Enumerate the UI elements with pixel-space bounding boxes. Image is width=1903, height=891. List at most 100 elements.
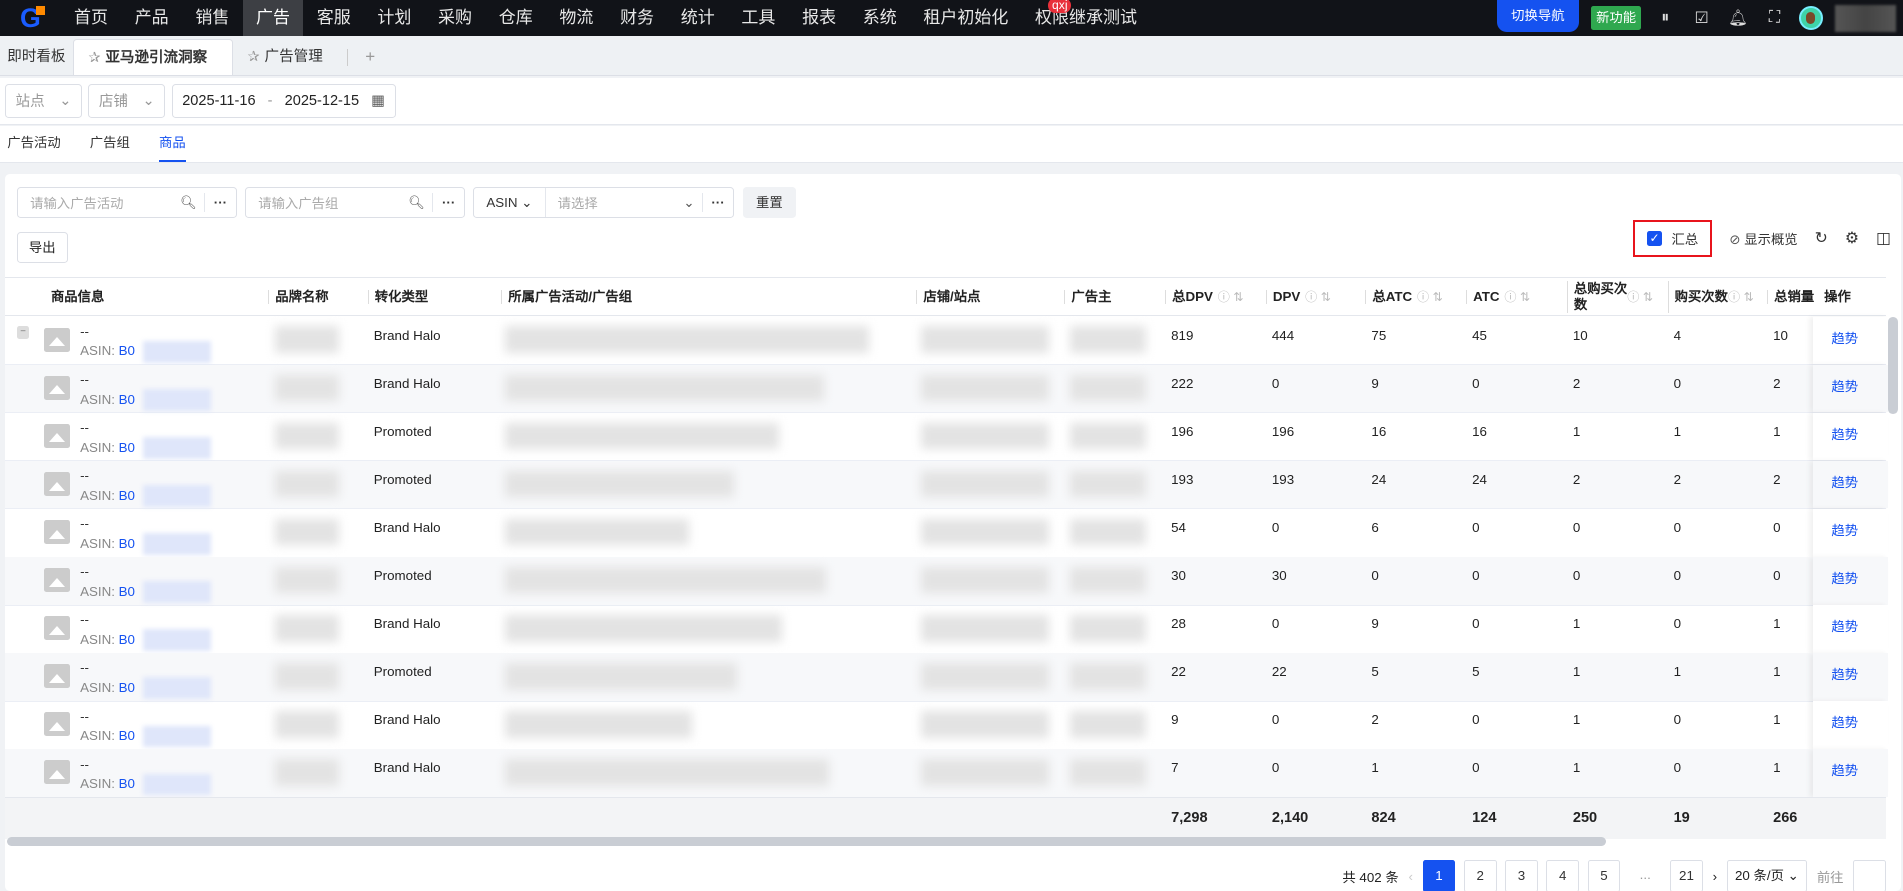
subtab-products[interactable]: 商品: [158, 126, 186, 162]
asin-type-select[interactable]: ASIN ⌄: [474, 188, 546, 218]
fullscreen-icon[interactable]: ⛶: [1762, 9, 1786, 27]
nav-item[interactable]: 产品: [121, 0, 182, 36]
add-tab-button[interactable]: +: [358, 39, 382, 75]
column-header[interactable]: ATC ⓘ ⇅: [1466, 289, 1530, 305]
help-sort-icons[interactable]: ⓘ ⇅: [1728, 290, 1754, 305]
date-range-picker[interactable]: 2025-11-16-2025-12-15 ▦: [171, 83, 396, 118]
columns-icon[interactable]: ◫: [1876, 228, 1891, 248]
tab-ad-management[interactable]: ✰ 广告管理: [233, 39, 337, 75]
pagination-ellipsis[interactable]: ...: [1629, 860, 1662, 890]
trend-link[interactable]: 趋势: [1825, 653, 1858, 701]
pause-circle-icon[interactable]: ⏸: [1653, 9, 1677, 27]
horizontal-scrollbar[interactable]: [7, 837, 1606, 846]
nav-item[interactable]: 系统: [849, 0, 910, 36]
nav-item[interactable]: 客服: [303, 0, 364, 36]
next-page-icon[interactable]: ›: [1713, 869, 1717, 884]
column-header[interactable]: 总ATC ⓘ ⇅: [1365, 289, 1443, 305]
trend-link[interactable]: 趋势: [1825, 317, 1858, 365]
nav-item[interactable]: 销售: [182, 0, 243, 36]
asin-link[interactable]: B0: [119, 632, 135, 647]
asin-link[interactable]: B0: [119, 584, 135, 599]
asin-link[interactable]: B0: [119, 488, 135, 503]
page-button[interactable]: 4: [1546, 860, 1580, 891]
tab-amazon-insight[interactable]: ✰ 亚马逊引流洞察: [72, 39, 233, 76]
asin-link[interactable]: B0: [119, 776, 135, 791]
asin-filter[interactable]: ASIN ⌄ 请选择 ⌄ ···: [473, 186, 735, 219]
help-sort-icons[interactable]: ⓘ ⇅: [1218, 290, 1244, 305]
reset-button[interactable]: 重置: [742, 186, 797, 219]
help-sort-icons[interactable]: ⓘ ⇅: [1305, 290, 1331, 305]
asin-link[interactable]: B0: [119, 392, 135, 407]
page-button[interactable]: 1: [1422, 860, 1456, 891]
help-sort-icons[interactable]: ⓘ ⇅: [1504, 290, 1530, 305]
pin-icon[interactable]: ✰: [248, 49, 260, 65]
trend-link[interactable]: 趋势: [1825, 605, 1858, 653]
page-button[interactable]: 5: [1587, 860, 1621, 891]
nav-item[interactable]: 财务: [607, 0, 668, 36]
nav-item[interactable]: 工具: [728, 0, 789, 36]
site-select[interactable]: 站点 ⌄: [4, 83, 83, 118]
checkbox-checked-icon[interactable]: ✓: [1647, 231, 1662, 246]
nav-item[interactable]: 权限继承测试 qxj: [1022, 0, 1151, 36]
refresh-icon[interactable]: ↻: [1815, 228, 1828, 248]
subtab-ad-groups[interactable]: 广告组: [90, 126, 130, 161]
table-row: -- ASIN: B0 Brand Halo 9 0 2 0 1 0 1 趋势: [4, 701, 1889, 750]
asin-link[interactable]: B0: [119, 728, 135, 743]
cell-purchases: 4: [1673, 327, 1682, 343]
goto-page-input[interactable]: [1853, 860, 1886, 891]
trend-link[interactable]: 趋势: [1825, 413, 1858, 461]
switch-nav-button[interactable]: 切换导航: [1496, 0, 1580, 32]
avatar[interactable]: [1798, 6, 1823, 31]
column-header[interactable]: DPV ⓘ ⇅: [1265, 289, 1331, 305]
redacted-asin: [143, 437, 212, 459]
column-header[interactable]: 总DPV ⓘ ⇅: [1165, 289, 1244, 305]
column-header[interactable]: 购买次数 ⓘ ⇅: [1667, 281, 1754, 313]
page-button[interactable]: 21: [1670, 860, 1703, 891]
summary-toggle[interactable]: ✓ 汇总: [1633, 219, 1713, 258]
nav-item[interactable]: 采购: [425, 0, 486, 36]
trend-link[interactable]: 趋势: [1825, 701, 1858, 749]
calendar-check-icon[interactable]: ☑: [1689, 8, 1713, 28]
shop-select[interactable]: 店铺 ⌄: [88, 83, 166, 118]
pin-icon[interactable]: ✰: [88, 50, 100, 66]
column-header[interactable]: 总购买次数 ⓘ ⇅: [1566, 281, 1653, 313]
user-name-blurred[interactable]: [1835, 4, 1896, 32]
nav-item[interactable]: 计划: [364, 0, 425, 36]
collapse-icon[interactable]: −: [16, 326, 30, 339]
trend-link[interactable]: 趋势: [1825, 509, 1858, 557]
asin-link[interactable]: B0: [119, 536, 135, 551]
subtab-campaigns[interactable]: 广告活动: [7, 126, 60, 161]
nav-item[interactable]: 物流: [546, 0, 607, 36]
settings-icon[interactable]: ⚙: [1845, 228, 1859, 248]
campaign-search-input[interactable]: 请输入广告活动 🔍︎ ···: [16, 186, 237, 219]
nav-item[interactable]: 报表: [789, 0, 850, 36]
page-button[interactable]: 3: [1505, 860, 1538, 891]
asin-link[interactable]: B0: [119, 440, 135, 455]
vertical-scrollbar[interactable]: [1888, 316, 1899, 414]
logo[interactable]: G: [0, 0, 61, 36]
page-button[interactable]: 2: [1463, 860, 1497, 891]
trend-link[interactable]: 趋势: [1825, 749, 1858, 797]
trend-link[interactable]: 趋势: [1825, 461, 1858, 509]
column-header[interactable]: 总销量: [1767, 289, 1819, 305]
table-row: -- ASIN: B0 Promoted 22 22 5 5 1 1 1 趋势: [4, 653, 1889, 702]
nav-item[interactable]: 首页: [61, 0, 122, 36]
nav-item[interactable]: 广告: [242, 0, 304, 37]
prev-page-icon[interactable]: ‹: [1408, 869, 1412, 884]
nav-item[interactable]: 仓库: [485, 0, 546, 36]
nav-item[interactable]: 租户初始化: [910, 0, 1022, 36]
tab-dashboard[interactable]: 即时看板: [0, 39, 73, 75]
bell-icon[interactable]: 🔔︎: [1726, 8, 1750, 28]
export-button[interactable]: 导出: [16, 231, 68, 264]
trend-link[interactable]: 趋势: [1825, 365, 1858, 413]
page-size-select[interactable]: 20 条/页 ⌄: [1726, 860, 1808, 891]
help-sort-icons[interactable]: ⓘ ⇅: [1417, 290, 1443, 305]
trend-link[interactable]: 趋势: [1825, 557, 1858, 605]
new-feature-button[interactable]: 新功能: [1591, 6, 1641, 31]
nav-item[interactable]: 统计: [667, 0, 728, 36]
help-sort-icons[interactable]: ⓘ ⇅: [1627, 290, 1653, 305]
adgroup-search-input[interactable]: 请输入广告组 🔍︎ ···: [245, 186, 465, 219]
asin-link[interactable]: B0: [119, 343, 135, 358]
show-overview-button[interactable]: ⊘ 显示概览: [1729, 229, 1797, 248]
asin-link[interactable]: B0: [119, 680, 135, 695]
